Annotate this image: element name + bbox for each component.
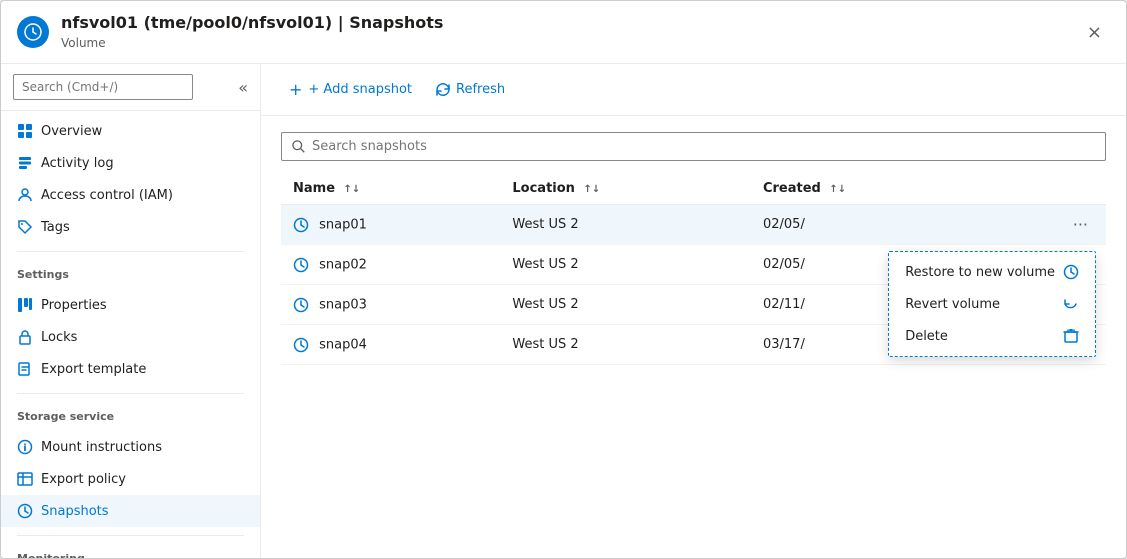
main-content: + + Add snapshot Refresh <box>261 64 1126 558</box>
divider-settings <box>17 251 244 252</box>
search-snapshots-input[interactable] <box>281 132 1106 161</box>
sidebar-item-mount-instructions[interactable]: i Mount instructions <box>1 431 260 463</box>
restore-icon <box>1063 264 1079 280</box>
divider-monitoring <box>17 535 244 536</box>
cell-name: snap03 <box>281 285 500 325</box>
cell-location: West US 2 <box>500 285 751 325</box>
col-header-created: Created ↑↓ <box>751 173 991 205</box>
add-icon: + <box>289 80 302 99</box>
sidebar-item-tags[interactable]: Tags <box>1 211 260 243</box>
sidebar-item-activity-log[interactable]: Activity log <box>1 147 260 179</box>
snapshot-icon <box>293 257 309 273</box>
sidebar-item-label: Overview <box>41 124 102 139</box>
col-header-name: Name ↑↓ <box>281 173 500 205</box>
snapshot-icon <box>293 217 309 233</box>
sidebar-item-label: Snapshots <box>41 504 109 519</box>
sidebar-search-input[interactable] <box>13 74 193 100</box>
delete-icon <box>1063 328 1079 344</box>
nav-storage: i Mount instructions Export policy Snaps… <box>1 427 260 531</box>
nav-settings: Properties Locks Export template <box>1 285 260 389</box>
table-header: Name ↑↓ Location ↑↓ Created ↑↓ <box>281 173 1106 205</box>
sidebar-item-locks[interactable]: Locks <box>1 321 260 353</box>
add-snapshot-button[interactable]: + + Add snapshot <box>281 74 420 105</box>
sidebar-item-label: Mount instructions <box>41 440 162 455</box>
close-button[interactable]: × <box>1079 18 1110 47</box>
sidebar-item-label: Export policy <box>41 472 126 487</box>
sidebar: « Overview Activity log <box>1 64 261 558</box>
context-item-restore[interactable]: Restore to new volume <box>889 256 1095 288</box>
sidebar-item-label: Locks <box>41 330 77 345</box>
sidebar-item-label: Export template <box>41 362 146 377</box>
properties-icon <box>17 297 33 313</box>
collapse-button[interactable]: « <box>238 78 248 97</box>
refresh-label: Refresh <box>456 82 505 97</box>
cell-location: West US 2 <box>500 245 751 285</box>
export-icon <box>17 361 33 377</box>
cell-created: 02/05/ <box>751 205 991 245</box>
grid-icon <box>17 123 33 139</box>
section-settings-label: Settings <box>1 256 260 285</box>
svg-text:i: i <box>23 443 26 454</box>
table-icon <box>17 471 33 487</box>
sidebar-item-export-policy[interactable]: Export policy <box>1 463 260 495</box>
context-menu: Restore to new volume Revert volume Dele… <box>888 251 1096 357</box>
sidebar-item-overview[interactable]: Overview <box>1 115 260 147</box>
snapshot-icon <box>293 297 309 313</box>
revert-icon <box>1063 296 1079 312</box>
page-title: nfsvol01 (tme/pool0/nfsvol01) | Snapshot… <box>61 13 443 32</box>
content-area: Name ↑↓ Location ↑↓ Created ↑↓ <box>261 116 1126 558</box>
section-monitoring-label: Monitoring <box>1 540 260 558</box>
nav-main: Overview Activity log Access control (IA… <box>1 111 260 247</box>
section-storage-label: Storage service <box>1 398 260 427</box>
sort-icon-location[interactable]: ↑↓ <box>583 184 600 195</box>
sidebar-item-export-template[interactable]: Export template <box>1 353 260 385</box>
title-text: nfsvol01 (tme/pool0/nfsvol01) | Snapshot… <box>61 13 443 51</box>
tag-icon <box>17 219 33 235</box>
cell-name: snap02 <box>281 245 500 285</box>
col-header-location: Location ↑↓ <box>500 173 751 205</box>
sidebar-item-snapshots[interactable]: Snapshots <box>1 495 260 527</box>
sidebar-search-box: « <box>1 64 260 111</box>
sidebar-item-label: Access control (IAM) <box>41 188 173 203</box>
person-icon <box>17 187 33 203</box>
title-bar: nfsvol01 (tme/pool0/nfsvol01) | Snapshot… <box>1 1 1126 64</box>
window-icon <box>17 16 49 48</box>
body: « Overview Activity log <box>1 64 1126 558</box>
refresh-icon <box>436 83 450 97</box>
snapshot-icon <box>293 337 309 353</box>
cell-location: West US 2 <box>500 325 751 365</box>
context-item-delete[interactable]: Delete <box>889 320 1095 352</box>
cell-name: snap04 <box>281 325 500 365</box>
refresh-button[interactable]: Refresh <box>428 76 513 103</box>
sidebar-item-properties[interactable]: Properties <box>1 289 260 321</box>
sort-icon-created[interactable]: ↑↓ <box>829 184 846 195</box>
context-item-revert[interactable]: Revert volume <box>889 288 1095 320</box>
list-icon <box>17 155 33 171</box>
main-window: nfsvol01 (tme/pool0/nfsvol01) | Snapshot… <box>0 0 1127 559</box>
more-button-row1[interactable]: ··· <box>1067 213 1094 236</box>
info-icon: i <box>17 439 33 455</box>
cell-location: West US 2 <box>500 205 751 245</box>
table-row[interactable]: snap01 West US 2 02/05/ ··· <box>281 205 1106 245</box>
sidebar-item-iam[interactable]: Access control (IAM) <box>1 179 260 211</box>
sidebar-item-label: Properties <box>41 298 107 313</box>
col-header-actions <box>991 173 1106 205</box>
cell-name: snap01 <box>281 205 500 245</box>
add-snapshot-label: + Add snapshot <box>308 82 412 97</box>
sidebar-item-label: Activity log <box>41 156 114 171</box>
lock-icon <box>17 329 33 345</box>
clock-icon <box>17 503 33 519</box>
cell-actions: ··· <box>991 205 1106 245</box>
sort-icon-name[interactable]: ↑↓ <box>344 184 361 195</box>
page-subtitle: Volume <box>61 36 106 50</box>
divider-storage <box>17 393 244 394</box>
toolbar: + + Add snapshot Refresh <box>261 64 1126 116</box>
search-wrap <box>281 132 1106 161</box>
sidebar-item-label: Tags <box>41 220 70 235</box>
